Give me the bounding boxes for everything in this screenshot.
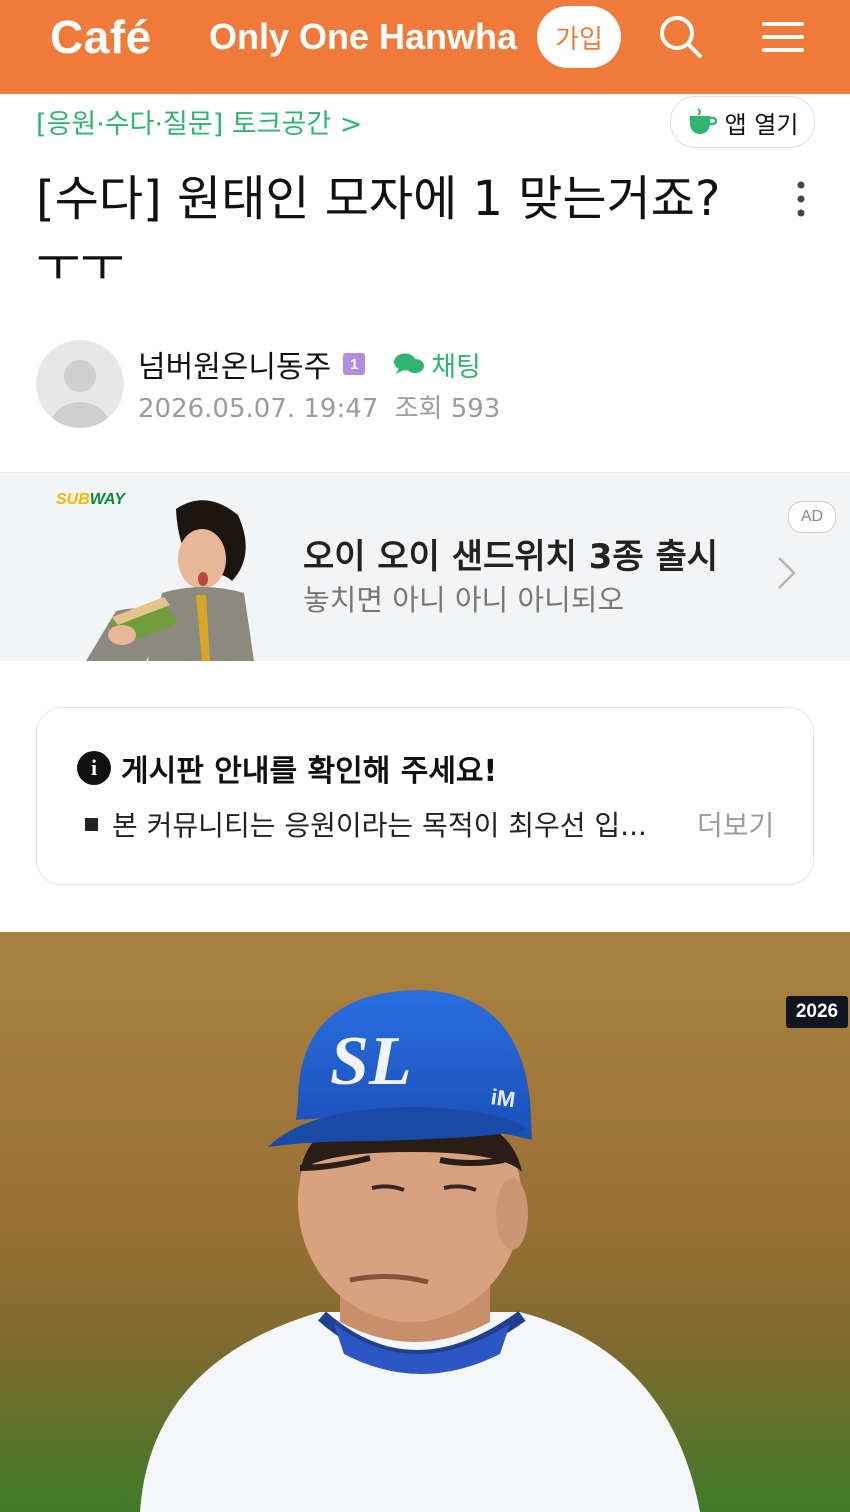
board-notice-card[interactable]: i 게시판 안내를 확인해 주세요! 본 커뮤니티는 응원이라는 목적이 최우선… [36, 707, 814, 885]
avatar[interactable] [36, 340, 124, 428]
cap-side-logo: iM [489, 1084, 517, 1112]
notice-heading: 게시판 안내를 확인해 주세요! [121, 754, 498, 789]
app-open-button[interactable]: 앱 열기 [670, 96, 815, 148]
level-badge: 1 [343, 353, 366, 375]
chat-label: 채팅 [431, 351, 481, 383]
ad-model-image [86, 500, 254, 661]
views-count: 593 [450, 394, 501, 424]
ad-banner[interactable]: SUBWAY 오이 오이 샌드위치 3종 출시 놓치면 아니 아니 아니되오 A… [0, 472, 850, 661]
chat-icon [394, 353, 425, 374]
notice-heading-row: i 게시판 안내를 확인해 주세요! [77, 746, 497, 790]
cafe-logo[interactable]: Café [50, 10, 152, 64]
chat-button[interactable]: 채팅 [393, 345, 481, 384]
year-badge: 2026 [786, 996, 848, 1028]
bullet-icon [85, 817, 98, 831]
board-breadcrumb[interactable]: [응원·수다·질문] 토크공간 > [36, 102, 362, 141]
cafe-name[interactable]: Only One Hanwha [209, 16, 517, 58]
chevron-right-icon[interactable] [776, 555, 798, 591]
post-date: 2026.05.07. 19:47 [138, 394, 379, 424]
more-options-icon[interactable] [792, 180, 810, 220]
app-open-label: 앱 열기 [724, 110, 799, 139]
info-icon: i [77, 751, 111, 785]
views-label: 조회 [394, 394, 443, 424]
ad-subtitle: 놓치면 아니 아니 아니되오 [303, 583, 625, 617]
post-meta: 2026.05.07. 19:47 조회 593 [138, 388, 500, 425]
cup-icon [689, 108, 717, 134]
ad-title: 오이 오이 샌드위치 3종 출시 [303, 537, 719, 577]
cap-logo: SL [330, 1023, 412, 1100]
menu-icon[interactable] [758, 12, 808, 62]
more-button[interactable]: 더보기 [697, 804, 774, 844]
author-name[interactable]: 넘버원온니동주 [138, 342, 331, 386]
author-row: 넘버원온니동주 1 채팅 [138, 342, 481, 386]
notice-body: 본 커뮤니티는 응원이라는 목적이 최우선 입... [112, 809, 647, 842]
notice-body-row: 본 커뮤니티는 응원이라는 목적이 최우선 입... [85, 804, 647, 844]
post-photo[interactable]: SL iM [0, 932, 850, 1512]
join-button[interactable]: 가입 [537, 6, 621, 68]
ad-badge[interactable]: AD [788, 501, 836, 533]
post-title: [수다] 원태인 모자에 1 맞는거죠? ㅜㅜ [36, 171, 721, 293]
search-icon[interactable] [656, 12, 706, 62]
top-bar: Café Only One Hanwha 가입 [0, 0, 850, 94]
